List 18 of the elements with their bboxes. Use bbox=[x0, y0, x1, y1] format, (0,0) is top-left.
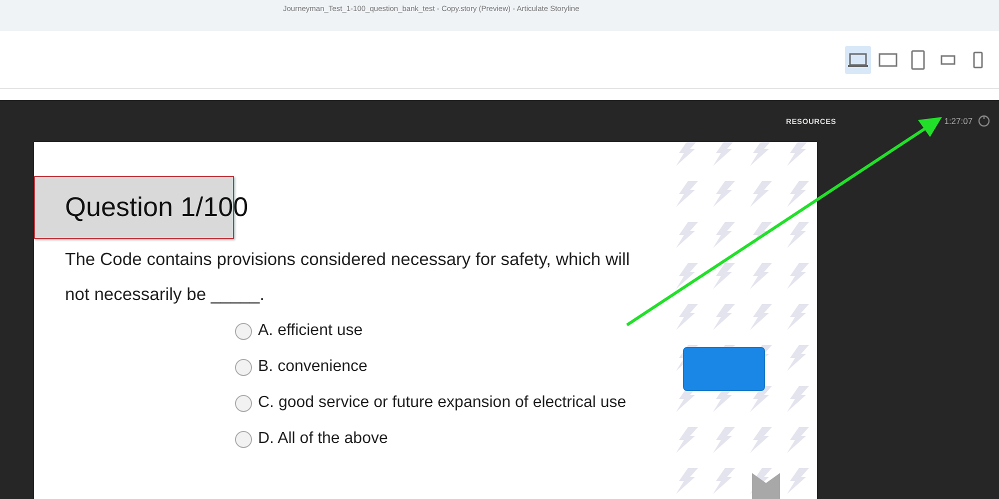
chevron-marker-icon bbox=[752, 473, 780, 499]
question-text: The Code contains provisions considered necessary for safety, which will not necessarily be _____. bbox=[65, 248, 631, 306]
phone-icon bbox=[972, 50, 984, 68]
laptop-icon bbox=[847, 50, 869, 68]
device-preview-button[interactable] bbox=[845, 46, 871, 74]
radio-button[interactable] bbox=[235, 430, 252, 448]
timer: 1:27:07 bbox=[944, 116, 973, 126]
answer-option[interactable]: C. good service or future expansion of electrical use bbox=[235, 394, 668, 412]
answer-option[interactable]: A. efficient use bbox=[235, 322, 668, 340]
radio-button[interactable] bbox=[235, 322, 252, 340]
answer-option[interactable]: D. All of the above bbox=[235, 430, 668, 448]
radio-button[interactable] bbox=[235, 394, 252, 412]
radio-button[interactable] bbox=[235, 358, 252, 376]
phone-icon bbox=[940, 54, 956, 66]
answer-option[interactable]: B. convenience bbox=[235, 358, 668, 376]
tablet-icon bbox=[878, 52, 898, 68]
tablet-icon bbox=[910, 50, 926, 70]
timer-icon bbox=[978, 115, 990, 127]
